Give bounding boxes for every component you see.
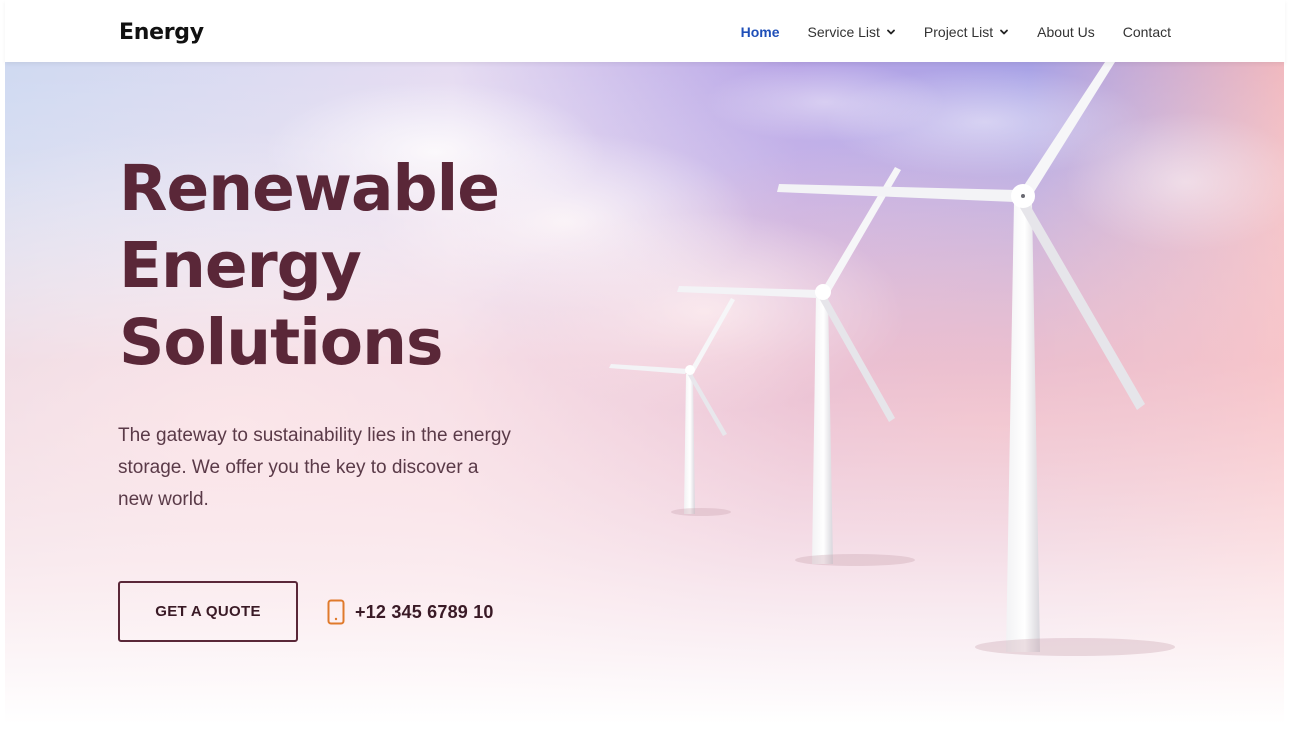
nav-item-contact[interactable]: Contact [1123,24,1171,40]
nav-item-label: About Us [1037,24,1095,40]
hero-section: Renewable Energy Solutions The gateway t… [5,62,1284,724]
nav-item-about-us[interactable]: About Us [1037,24,1095,40]
chevron-down-icon [887,29,895,35]
page: Energy Home Service List Project List Ab… [0,0,1290,730]
chevron-down-icon [1000,29,1009,35]
headline-line: Solutions [119,306,443,379]
smartphone-icon [327,599,345,625]
nav-item-label: Service List [807,24,880,40]
phone-contact[interactable]: +12 345 6789 10 [327,599,494,625]
nav-item-service-list[interactable]: Service List [808,24,896,40]
site-header: Energy Home Service List Project List Ab… [5,0,1285,62]
phone-number: +12 345 6789 10 [355,601,494,622]
hero-headline: Renewable Energy Solutions [119,150,619,381]
get-a-quote-button[interactable]: GET A QUOTE [118,581,298,642]
page-edge [1284,62,1290,724]
nav-item-home[interactable]: Home [741,24,780,40]
hero-tagline: The gateway to sustainability lies in th… [118,425,511,510]
nav-item-project-list[interactable]: Project List [924,24,1009,40]
nav-item-label: Contact [1122,24,1171,40]
nav-item-label: Home [740,24,780,40]
main-nav: Home Service List Project List About Us … [741,24,1171,40]
headline-line: Renewable [119,152,500,225]
headline-line: Energy [119,229,362,302]
nav-item-label: Project List [923,24,994,40]
logo[interactable]: Energy [119,20,204,45]
